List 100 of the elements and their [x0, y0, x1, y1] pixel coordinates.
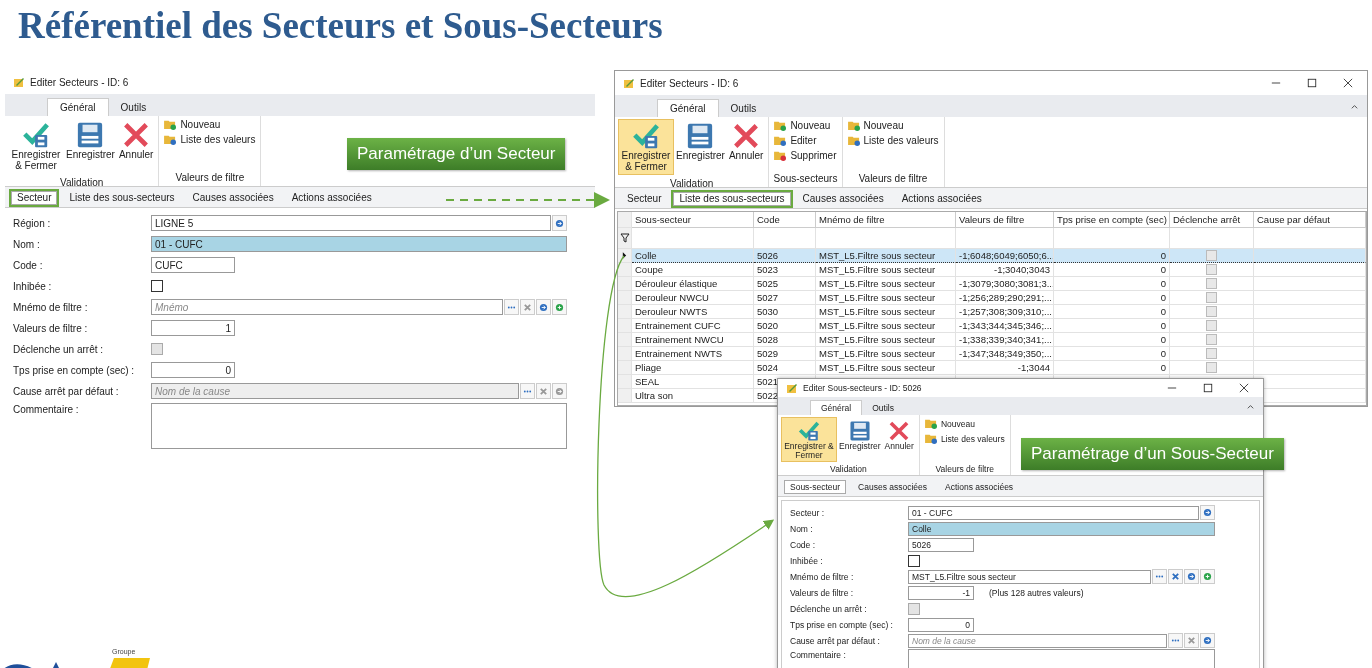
ribbon-button[interactable]: Nouveau: [772, 119, 833, 132]
checkbox[interactable]: [1206, 292, 1217, 303]
text-field[interactable]: 0: [151, 362, 235, 378]
table-cell: SEAL: [632, 375, 754, 389]
table-row[interactable]: Derouleur NWCU 5027 MST_L5.Filtre sous secteur -1;256;289;290;291;... 0: [618, 291, 1366, 305]
ribbon-tab[interactable]: Général: [810, 400, 863, 415]
ribbon-button[interactable]: Enregistrer: [64, 118, 117, 163]
maximize-icon[interactable]: [1307, 78, 1317, 88]
tab[interactable]: Causes associées: [850, 478, 936, 496]
text-field[interactable]: CUFC: [151, 257, 235, 273]
table-row[interactable]: Derouleur NWTS 5030 MST_L5.Filtre sous secteur -1;257;308;309;310;... 0: [618, 305, 1366, 319]
checkbox[interactable]: [1206, 278, 1217, 289]
ribbon-button[interactable]: Annuler: [116, 118, 156, 163]
more-button[interactable]: [504, 299, 519, 315]
checkbox[interactable]: [1206, 362, 1217, 373]
ribbon-button[interactable]: Liste des valeurs: [845, 134, 941, 147]
ribbon-button[interactable]: Editer: [772, 134, 819, 147]
text-field[interactable]: 1: [151, 320, 235, 336]
text-field[interactable]: 01 - CUFC: [151, 236, 567, 252]
tab[interactable]: Causes associées: [184, 189, 282, 207]
text-field[interactable]: 01 - CUFC: [908, 505, 1199, 520]
arrow-circle-button[interactable]: [1184, 569, 1199, 584]
ribbon-button[interactable]: Nouveau: [162, 118, 223, 131]
text-field[interactable]: 5026: [908, 537, 974, 552]
checkbox[interactable]: [1206, 334, 1217, 345]
comment-field[interactable]: [151, 403, 567, 449]
table-row[interactable]: Coupe 5023 MST_L5.Filtre sous secteur -1;3040;3043 0: [618, 263, 1366, 277]
ribbon-tab[interactable]: Général: [47, 98, 109, 116]
checkbox[interactable]: [1206, 306, 1217, 317]
ribbon-tab[interactable]: Outils: [108, 99, 159, 116]
ribbon-tab[interactable]: Outils: [862, 401, 904, 415]
text-field[interactable]: Mnémo: [151, 299, 503, 315]
ribbon-button[interactable]: Nouveau: [845, 119, 906, 132]
table-cell: 0: [1160, 348, 1166, 359]
ribbon-button[interactable]: Liste des valeurs: [922, 432, 1007, 445]
column-header[interactable]: Déclenche arrêt: [1170, 212, 1254, 228]
folder-remove-icon: [774, 150, 788, 161]
ribbon-button[interactable]: Enregistrer: [674, 119, 727, 164]
clear-button[interactable]: [1168, 569, 1183, 584]
ribbon-button[interactable]: Liste des valeurs: [162, 133, 258, 146]
tab[interactable]: Liste des sous-secteurs: [671, 190, 793, 208]
tab[interactable]: Actions associées: [937, 478, 1022, 496]
ribbon-tab[interactable]: Outils: [718, 100, 769, 117]
row-selector[interactable]: [618, 249, 632, 263]
column-header[interactable]: Mnémo de filtre: [816, 212, 956, 228]
text-field[interactable]: 0: [908, 617, 974, 632]
arrow-circle-button[interactable]: [1200, 633, 1215, 648]
table-row[interactable]: Entrainement NWCU 5028 MST_L5.Filtre sous secteur -1;338;339;340;341;... 0: [618, 333, 1366, 347]
text-field[interactable]: LIGNE 5: [151, 215, 551, 231]
text-field[interactable]: -1: [908, 585, 974, 600]
text-field[interactable]: MST_L5.Filtre sous secteur: [908, 569, 1151, 584]
tab[interactable]: Actions associées: [893, 190, 990, 208]
close-icon[interactable]: [1239, 383, 1249, 393]
pencil-icon: [13, 76, 25, 88]
table-row[interactable]: Pliage 5024 MST_L5.Filtre sous secteur -1;3044 0: [618, 361, 1366, 375]
table-row[interactable]: Entrainement CUFC 5020 MST_L5.Filtre sous secteur -1;343;344;345;346;... 0: [618, 319, 1366, 333]
filter-icon[interactable]: [619, 233, 630, 243]
tab[interactable]: Sous-secteur: [782, 478, 849, 496]
text-field[interactable]: Colle: [908, 521, 1215, 536]
checkbox[interactable]: [1206, 250, 1217, 261]
column-header[interactable]: Valeurs de filtre: [956, 212, 1054, 228]
tab[interactable]: Liste des sous-secteurs: [61, 189, 183, 207]
checkbox[interactable]: [1206, 320, 1217, 331]
arrow-circle-button[interactable]: [1200, 505, 1215, 520]
arrow-circle-button[interactable]: [552, 215, 567, 231]
window-title: Editer Secteurs - ID: 6: [640, 77, 739, 89]
table-row[interactable]: Entrainement NWTS 5029 MST_L5.Filtre sous secteur -1;347;348;349;350;... 0: [618, 347, 1366, 361]
ribbon-button[interactable]: Enregistrer & Fermer: [781, 417, 837, 462]
checkbox[interactable]: [151, 280, 163, 292]
arrow-circle-button[interactable]: [536, 299, 551, 315]
close-icon[interactable]: [1343, 78, 1353, 88]
column-header[interactable]: Code: [754, 212, 816, 228]
ribbon-button[interactable]: Annuler: [726, 119, 766, 164]
ribbon-button[interactable]: Enregistrer & Fermer: [8, 118, 64, 174]
more-button[interactable]: [1152, 569, 1167, 584]
table-row[interactable]: Colle 5026 MST_L5.Filtre sous secteur -1;6048;6049;6050;6... 0: [618, 249, 1366, 263]
tab[interactable]: Causes associées: [794, 190, 892, 208]
ribbon-button[interactable]: Enregistrer: [837, 417, 883, 454]
table-cell: 0: [1160, 362, 1166, 373]
ribbon-button[interactable]: Supprimer: [772, 149, 839, 162]
text-field[interactable]: Nom de la cause: [908, 633, 1167, 648]
checkbox[interactable]: [908, 554, 920, 567]
ribbon-tab[interactable]: Général: [657, 99, 719, 117]
table-cell: 5020: [754, 319, 816, 333]
column-header[interactable]: Tps prise en compte (sec): [1054, 212, 1170, 228]
ribbon-button[interactable]: Annuler: [882, 417, 916, 454]
checkbox[interactable]: [1206, 264, 1217, 275]
tab[interactable]: Secteur: [619, 190, 670, 208]
more-button[interactable]: [1168, 633, 1183, 648]
add-button[interactable]: [552, 299, 567, 315]
ribbon-button[interactable]: Enregistrer & Fermer: [618, 119, 674, 175]
table-row[interactable]: Dérouleur élastique 5025 MST_L5.Filtre sous secteur -1;3079;3080;3081;3... 0: [618, 277, 1366, 291]
column-header[interactable]: Cause par défaut: [1254, 212, 1366, 228]
ribbon-button[interactable]: Nouveau: [922, 417, 977, 430]
column-header[interactable]: Sous-secteur: [632, 212, 754, 228]
maximize-icon[interactable]: [1203, 383, 1213, 393]
add-button[interactable]: [1200, 569, 1215, 584]
checkbox[interactable]: [1206, 348, 1217, 359]
tab[interactable]: Actions associées: [283, 189, 380, 207]
tab[interactable]: Secteur: [9, 189, 60, 207]
